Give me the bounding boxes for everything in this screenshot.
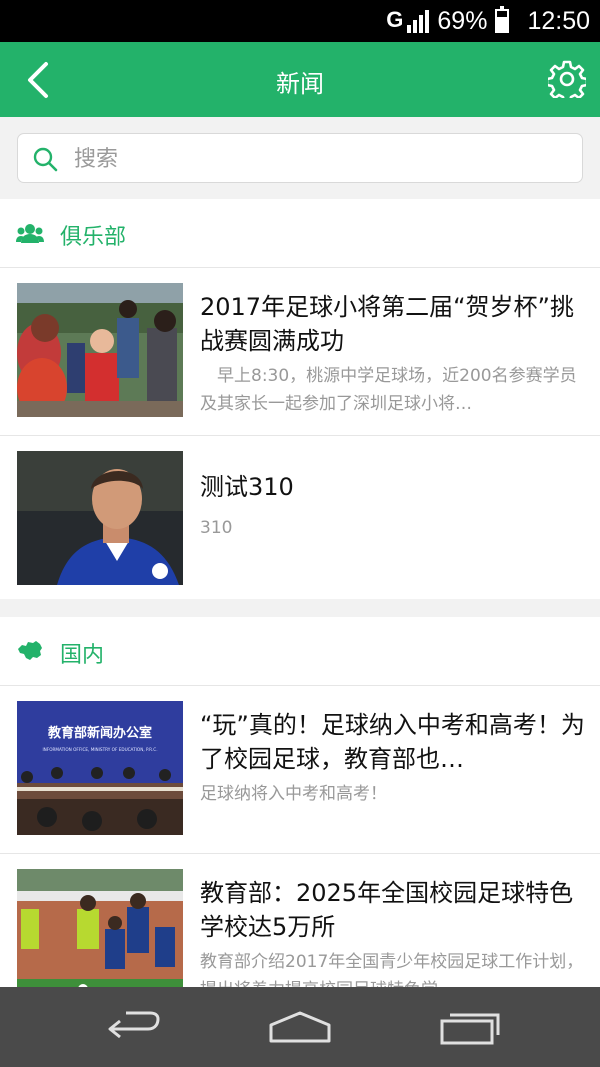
section-title: 国内	[60, 643, 105, 668]
recent-apps-icon	[440, 1013, 500, 1045]
news-item[interactable]: 2017年足球小将第二届“贺岁杯”挑战赛圆满成功 早上8:30，桃源中学足球场，…	[0, 267, 600, 435]
page-title: 新闻	[276, 70, 324, 98]
section-club: 俱乐部 2017年足球小将第二届“贺岁杯”挑战赛圆满成功 早上8:30，桃源中学…	[0, 199, 600, 599]
news-title: “玩”真的！足球纳入中考和高考！为了校园足球，教育部也…	[200, 711, 585, 773]
news-item[interactable]: 教育部：2025年全国校园足球特色学校达5万所 教育部介绍2017年全国青少年校…	[0, 853, 600, 987]
news-thumbnail	[17, 869, 183, 987]
news-thumbnail: 教育部新闻办公室 INFORMATION OFFICE, MINISTRY OF…	[17, 701, 183, 835]
news-description: 310	[200, 518, 233, 538]
news-title: 教育部：2025年全国校园足球特色学校达5万所	[200, 879, 574, 941]
nav-back-button[interactable]	[100, 1007, 170, 1047]
group-icon	[16, 224, 44, 243]
section-header: 国内	[0, 617, 600, 685]
nav-recents-button[interactable]	[436, 1007, 506, 1047]
section-title: 俱乐部	[60, 225, 127, 250]
home-icon	[269, 1011, 331, 1043]
china-map-icon	[18, 641, 42, 660]
battery-icon	[495, 6, 510, 33]
section-domestic: 国内 教育部新闻办公室 INFORMATION OFFICE, MINISTRY…	[0, 617, 600, 987]
clock: 12:50	[527, 6, 590, 35]
news-thumbnail	[17, 283, 183, 417]
news-item[interactable]: 测试310 310	[0, 435, 600, 603]
thumbnail-banner-subtext: INFORMATION OFFICE, MINISTRY OF EDUCATIO…	[42, 747, 157, 752]
gear-icon	[545, 60, 589, 104]
nav-home-button[interactable]	[265, 1007, 335, 1047]
search-icon	[33, 147, 58, 172]
search-input[interactable]	[74, 144, 554, 174]
search-area	[0, 117, 600, 199]
news-item[interactable]: 教育部新闻办公室 INFORMATION OFFICE, MINISTRY OF…	[0, 685, 600, 853]
section-header: 俱乐部	[0, 199, 600, 267]
back-arrow-icon	[108, 1011, 160, 1039]
signal-icon: G	[386, 7, 430, 33]
battery-percent: 69%	[437, 6, 488, 35]
news-description: 早上8:30，桃源中学足球场，近200名参赛学员及其家长一起参加了深圳足球小将…	[200, 366, 577, 414]
search-box[interactable]	[17, 133, 583, 183]
news-title: 2017年足球小将第二届“贺岁杯”挑战赛圆满成功	[200, 293, 574, 355]
status-bar: G 69% 12:50	[0, 0, 600, 42]
news-description: 足球纳将入中考和高考！	[200, 784, 387, 804]
news-thumbnail	[17, 451, 183, 585]
status-icons: G 69% 12:50	[386, 6, 590, 36]
thumbnail-banner-text: 教育部新闻办公室	[47, 725, 152, 741]
news-title: 测试310	[200, 473, 294, 501]
network-type: G	[386, 7, 404, 32]
settings-button[interactable]	[545, 60, 589, 104]
app-bar: 新闻	[0, 42, 600, 117]
news-description: 教育部介绍2017年全国青少年校园足球工作计划，提出将着力提高校园足球特色学	[200, 952, 584, 987]
system-nav-bar	[0, 987, 600, 1067]
